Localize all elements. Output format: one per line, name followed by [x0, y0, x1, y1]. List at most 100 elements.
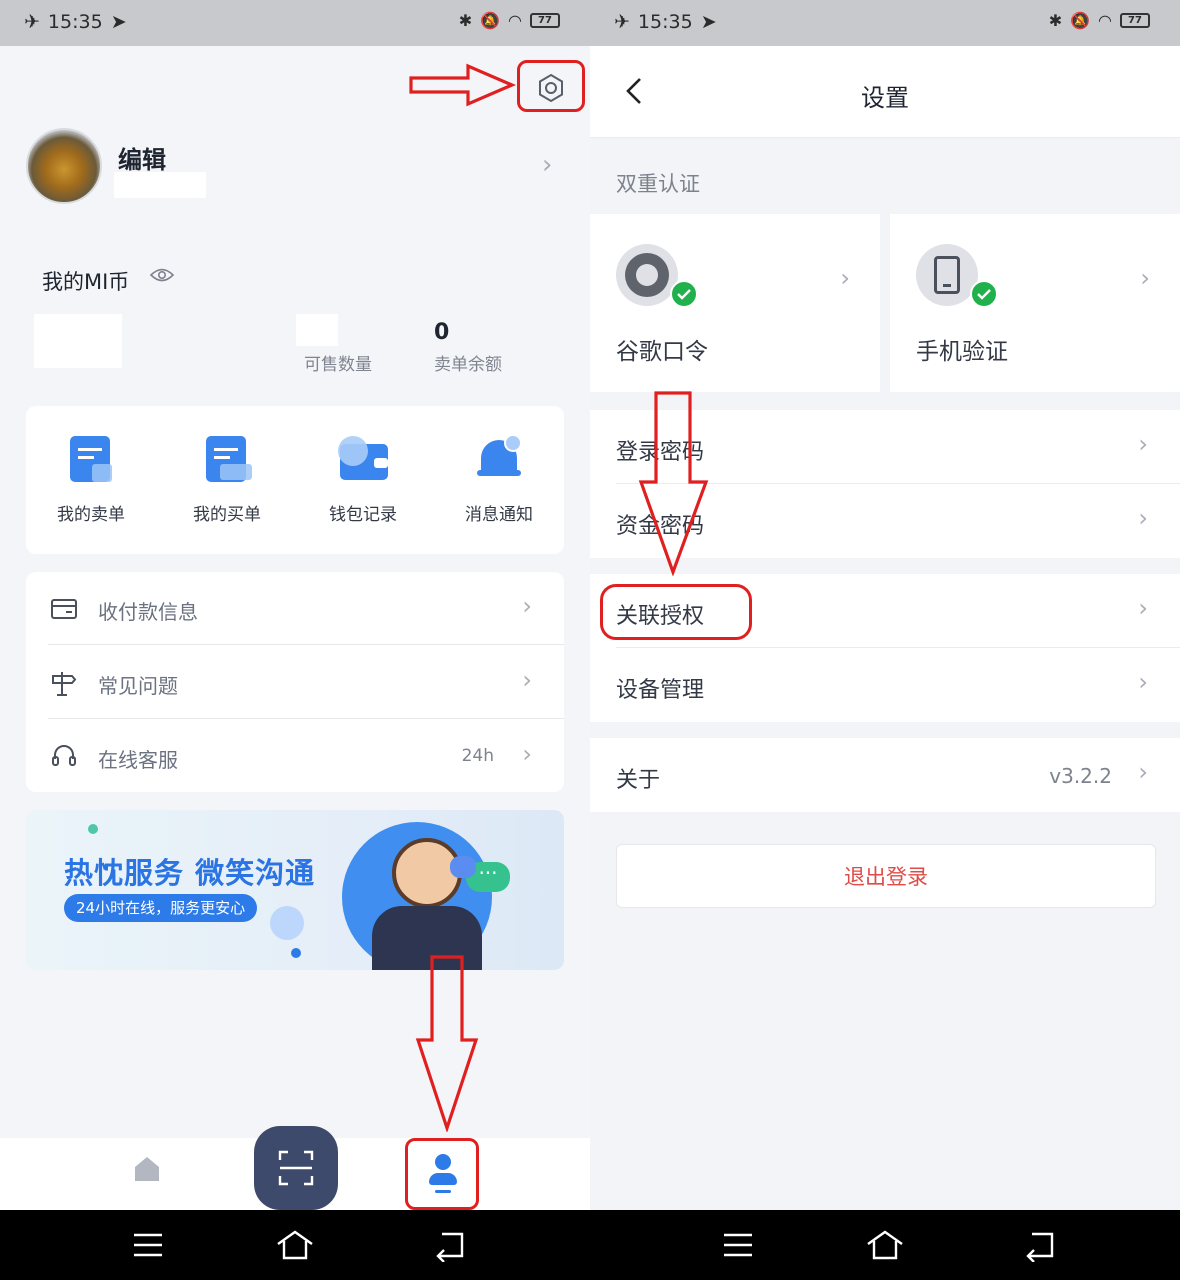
battery-icon: 77 [1120, 13, 1150, 28]
quick-actions-card: 我的卖单 我的买单 钱包记录 消息通知 [26, 406, 564, 554]
home-tab-icon[interactable] [132, 1154, 162, 1184]
bluetooth-icon: ✱ [1048, 11, 1063, 30]
row-login-password[interactable]: 登录密码 › [590, 410, 1180, 484]
stat-sellable-label: 可售数量 [304, 355, 372, 375]
google-authenticator-icon [616, 244, 678, 306]
chevron-right-icon: › [1138, 668, 1148, 696]
menu-nav-icon[interactable] [128, 1228, 168, 1262]
scan-button[interactable] [254, 1126, 338, 1210]
telegram-icon: ➤ [700, 11, 717, 33]
menu-payment-info[interactable]: 收付款信息 › [24, 572, 564, 645]
settings-gear-button[interactable] [532, 69, 570, 107]
agent-suit [372, 906, 482, 970]
profile-tab[interactable] [426, 1152, 460, 1198]
row-label: 设备管理 [616, 678, 705, 703]
profile-screen: ✈ 15:35 ➤ ✱ 🔕 ◠ 77 编辑 › 我的MI币 可售数量 0 卖单余… [0, 0, 590, 1280]
status-bar: ✈ 15:35 ➤ ✱ 🔕 ◠ 77 [590, 0, 1180, 46]
app-version: v3.2.2 [1049, 764, 1112, 788]
phone-auth-label: 手机验证 [916, 339, 1008, 365]
row-device-management[interactable]: 设备管理 › [590, 648, 1180, 722]
quick-label: 消息通知 [465, 505, 533, 525]
user-icon [435, 1154, 451, 1170]
telegram-icon: ➤ [110, 11, 127, 33]
status-time: 15:35 [637, 11, 693, 33]
settings-screen: ✈ 15:35 ➤ ✱ 🔕 ◠ 77 设置 双重认证 谷歌口令 › 手机验证 ›… [590, 0, 1180, 1280]
menu-label: 收付款信息 [98, 600, 198, 624]
phone-auth-card[interactable]: 手机验证 › [890, 214, 1180, 392]
menu-online-support[interactable]: 在线客服 24h › [24, 720, 564, 793]
mute-icon: 🔕 [1070, 11, 1091, 30]
home-nav-icon[interactable] [275, 1228, 315, 1262]
row-fund-password[interactable]: 资金密码 › [590, 484, 1180, 558]
redacted-balance [34, 314, 122, 368]
quick-my-sell-orders[interactable]: 我的卖单 [31, 434, 151, 525]
menu-nav-icon[interactable] [718, 1228, 758, 1262]
bluetooth-icon: ✱ [458, 11, 473, 30]
google-auth-label: 谷歌口令 [616, 339, 708, 365]
status-time: 15:35 [47, 11, 103, 33]
row-label: 关联授权 [616, 604, 705, 629]
chat-bubble-icon [450, 856, 476, 878]
banner-subtitle: 24小时在线，服务更安心 [64, 894, 258, 922]
sell-order-icon [66, 434, 116, 484]
scan-icon [278, 1150, 314, 1186]
chevron-right-icon: › [522, 592, 532, 620]
row-label: 关于 [616, 768, 661, 793]
chevron-right-icon: › [1140, 264, 1150, 292]
chevron-right-icon: › [1138, 504, 1148, 532]
mi-coin-label: 我的MI币 [42, 270, 130, 294]
wallet-icon [338, 434, 388, 484]
profile-name[interactable]: 编辑 [118, 140, 166, 175]
menu-faq[interactable]: 常见问题 › [24, 646, 564, 719]
chevron-right-icon: › [840, 264, 850, 292]
quick-my-buy-orders[interactable]: 我的买单 [167, 434, 287, 525]
wifi-icon: ◠ [1098, 11, 1112, 30]
eye-icon[interactable] [150, 266, 174, 284]
signpost-icon [52, 672, 77, 696]
row-label: 登录密码 [616, 440, 705, 465]
row-linked-authorization[interactable]: 关联授权 › [590, 574, 1180, 648]
phone-icon [916, 244, 978, 306]
divider [48, 718, 564, 719]
avatar[interactable] [26, 128, 102, 204]
system-nav-bar [590, 1210, 1180, 1280]
support-banner[interactable]: 热忱服务 微笑沟通 24小时在线，服务更安心 ··· [26, 810, 564, 970]
quick-notifications[interactable]: 消息通知 [439, 434, 559, 525]
profile-chevron-icon[interactable]: › [542, 150, 552, 180]
redacted-sellable [296, 314, 338, 346]
airplane-icon: ✈ [24, 11, 40, 33]
buy-order-icon [202, 434, 252, 484]
section-title-2fa: 双重认证 [616, 172, 700, 196]
logout-button[interactable]: 退出登录 [616, 844, 1156, 908]
quick-label: 我的卖单 [57, 505, 125, 525]
menu-label: 常见问题 [98, 674, 178, 698]
quick-label: 钱包记录 [329, 505, 397, 525]
gear-icon [539, 73, 563, 103]
back-nav-icon[interactable] [1020, 1228, 1060, 1262]
chevron-right-icon: › [522, 666, 532, 694]
chevron-right-icon: › [1138, 758, 1148, 786]
chevron-right-icon: › [1138, 594, 1148, 622]
chevron-right-icon: › [522, 740, 532, 768]
support-hours: 24h [461, 746, 494, 766]
back-nav-icon[interactable] [430, 1228, 470, 1262]
airplane-icon: ✈ [614, 11, 630, 33]
banner-title: 热忱服务 微笑沟通 [64, 856, 316, 890]
system-nav-bar [0, 1210, 590, 1280]
chevron-right-icon: › [1138, 430, 1148, 458]
row-about[interactable]: 关于 v3.2.2 › [590, 738, 1180, 812]
home-nav-icon[interactable] [865, 1228, 905, 1262]
bell-icon [474, 434, 524, 484]
google-auth-card[interactable]: 谷歌口令 › [590, 214, 880, 392]
status-bar: ✈ 15:35 ➤ ✱ 🔕 ◠ 77 [0, 0, 590, 46]
mute-icon: 🔕 [480, 11, 501, 30]
check-badge-icon [670, 280, 698, 308]
annotation-arrow-down [415, 955, 479, 1132]
quick-label: 我的买单 [193, 505, 261, 525]
quick-wallet-records[interactable]: 钱包记录 [303, 434, 423, 525]
settings-header: 设置 [590, 46, 1180, 138]
back-arrow-icon[interactable] [624, 76, 644, 106]
divider [48, 644, 564, 645]
headset-icon [52, 745, 76, 766]
check-badge-icon [970, 280, 998, 308]
